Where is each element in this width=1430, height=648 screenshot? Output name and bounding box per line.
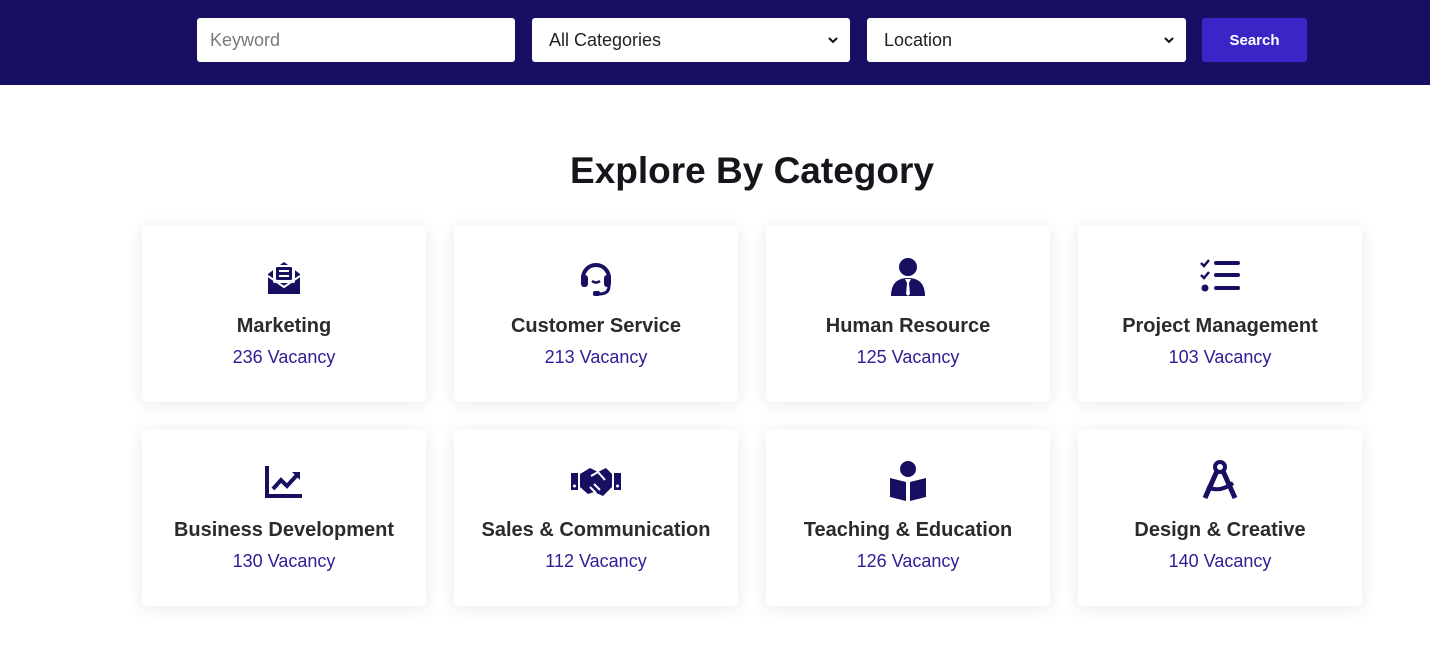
category-count: 130 Vacancy <box>232 551 336 571</box>
category-card-customer-service[interactable]: Customer Service 213 Vacancy <box>454 226 738 402</box>
category-count: 140 Vacancy <box>1168 551 1272 571</box>
search-bar: Keyword All Categories Location Search <box>0 0 1430 85</box>
category-count: 213 Vacancy <box>544 347 648 367</box>
category-select-value: All Categories <box>549 29 662 50</box>
location-select-value: Location <box>884 29 953 50</box>
chart-line-icon <box>265 466 302 498</box>
headset-icon <box>581 263 611 296</box>
category-title: Human Resource <box>825 315 991 337</box>
category-card-design-creative[interactable]: Design & Creative 140 Vacancy <box>1078 430 1362 606</box>
keyword-input[interactable]: Keyword <box>197 18 515 62</box>
category-title: Marketing <box>236 315 332 337</box>
category-title: Design & Creative <box>1134 519 1306 541</box>
drafting-compass-icon <box>1202 460 1238 500</box>
section-title: Explore By Category <box>570 150 934 191</box>
category-card-sales-communication[interactable]: Sales & Communication 112 Vacancy <box>454 430 738 606</box>
category-title: Teaching & Education <box>803 519 1013 541</box>
list-check-icon <box>1200 259 1240 292</box>
category-title: Project Management <box>1122 315 1318 337</box>
location-select[interactable]: Location <box>867 18 1186 62</box>
category-card-marketing[interactable]: Marketing 236 Vacancy <box>142 226 426 402</box>
category-card-business-development[interactable]: Business Development 130 Vacancy <box>142 430 426 606</box>
user-tie-icon <box>891 258 925 296</box>
category-select[interactable]: All Categories <box>532 18 850 62</box>
envelope-open-text-icon <box>267 262 301 294</box>
category-count: 236 Vacancy <box>232 347 336 367</box>
category-count: 126 Vacancy <box>856 551 960 571</box>
book-reader-icon <box>890 461 926 501</box>
category-card-teaching-education[interactable]: Teaching & Education 126 Vacancy <box>766 430 1050 606</box>
handshake-icon <box>571 468 621 496</box>
category-title: Customer Service <box>510 315 682 337</box>
category-card-human-resource[interactable]: Human Resource 125 Vacancy <box>766 226 1050 402</box>
category-count: 112 Vacancy <box>545 551 647 571</box>
chevron-down-icon <box>828 37 838 44</box>
category-count: 103 Vacancy <box>1168 347 1272 367</box>
keyword-placeholder: Keyword <box>210 29 281 50</box>
category-card-project-management[interactable]: Project Management 103 Vacancy <box>1078 226 1362 402</box>
category-title: Business Development <box>173 519 395 541</box>
chevron-down-icon <box>1164 37 1174 44</box>
category-title: Sales & Communication <box>481 519 711 541</box>
search-button[interactable]: Search <box>1202 18 1307 62</box>
category-count: 125 Vacancy <box>856 347 960 367</box>
